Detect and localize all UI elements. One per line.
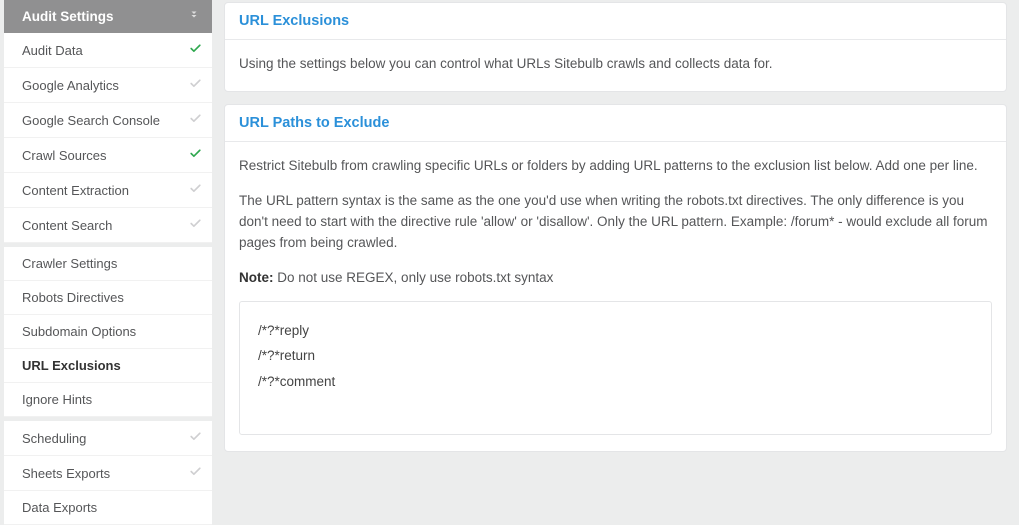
intro-text: Using the settings below you can control… [239,56,773,71]
sidebar-item-label: Google Analytics [22,78,119,93]
check-icon [189,42,202,58]
sidebar-item-google-analytics[interactable]: Google Analytics [4,68,212,103]
check-icon [189,465,202,481]
exclude-desc-1: Restrict Sitebulb from crawling specific… [239,156,992,177]
sidebar-item-content-search[interactable]: Content Search [4,208,212,243]
sidebar-header-label: Audit Settings [22,9,114,24]
note-label: Note: [239,270,274,285]
sidebar-item-subdomain-options[interactable]: Subdomain Options [4,315,212,349]
card-url-paths-exclude: URL Paths to Exclude Restrict Sitebulb f… [224,104,1007,453]
card-body: Using the settings below you can control… [225,40,1006,91]
sidebar-item-label: Crawl Sources [22,148,107,163]
sidebar-item-url-exclusions[interactable]: URL Exclusions [4,349,212,383]
sidebar-item-label: URL Exclusions [22,358,121,373]
sidebar-item-label: Sheets Exports [22,466,110,481]
main-content: URL Exclusions Using the settings below … [212,0,1019,522]
sidebar: Audit Settings Audit Data Google Analytic… [4,0,212,522]
exclude-note: Note: Do not use REGEX, only use robots.… [239,268,992,289]
sidebar-item-label: Content Extraction [22,183,129,198]
sidebar-item-google-search-console[interactable]: Google Search Console [4,103,212,138]
sidebar-item-crawl-sources[interactable]: Crawl Sources [4,138,212,173]
sidebar-item-label: Data Exports [22,500,97,515]
sidebar-item-label: Robots Directives [22,290,124,305]
check-icon [189,112,202,128]
check-icon [189,77,202,93]
card-url-exclusions-intro: URL Exclusions Using the settings below … [224,2,1007,92]
chevron-down-double-icon [188,9,200,24]
sidebar-item-scheduling[interactable]: Scheduling [4,421,212,456]
sidebar-item-sheets-exports[interactable]: Sheets Exports [4,456,212,491]
exclude-desc-2: The URL pattern syntax is the same as th… [239,191,992,254]
card-title: URL Paths to Exclude [225,105,1006,142]
exclusion-patterns-textarea[interactable]: /*?*reply /*?*return /*?*comment [239,301,992,436]
sidebar-item-label: Audit Data [22,43,83,58]
check-icon [189,430,202,446]
sidebar-item-data-exports[interactable]: Data Exports [4,491,212,525]
sidebar-item-label: Ignore Hints [22,392,92,407]
sidebar-item-label: Crawler Settings [22,256,117,271]
sidebar-item-crawler-settings[interactable]: Crawler Settings [4,247,212,281]
sidebar-item-content-extraction[interactable]: Content Extraction [4,173,212,208]
sidebar-groups: Audit Data Google Analytics Google Search … [4,33,212,525]
sidebar-item-audit-data[interactable]: Audit Data [4,33,212,68]
sidebar-item-ignore-hints[interactable]: Ignore Hints [4,383,212,417]
card-title: URL Exclusions [225,3,1006,40]
sidebar-header[interactable]: Audit Settings [4,0,212,33]
sidebar-item-label: Subdomain Options [22,324,136,339]
card-body: Restrict Sitebulb from crawling specific… [225,142,1006,452]
note-text: Do not use REGEX, only use robots.txt sy… [274,270,554,285]
check-icon [189,147,202,163]
sidebar-item-label: Content Search [22,218,112,233]
sidebar-item-label: Google Search Console [22,113,160,128]
check-icon [189,217,202,233]
sidebar-item-label: Scheduling [22,431,86,446]
check-icon [189,182,202,198]
sidebar-item-robots-directives[interactable]: Robots Directives [4,281,212,315]
